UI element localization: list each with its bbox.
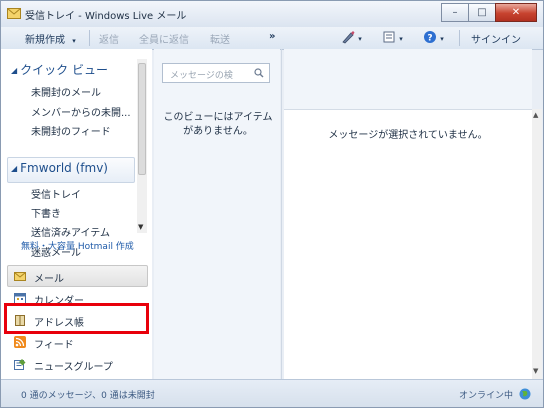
search-placeholder: メッセージの検 [170, 71, 233, 81]
sign-in-button[interactable]: サインイン [471, 31, 521, 46]
address-book-highlight-box [4, 303, 149, 334]
folder-item-drafts[interactable]: 下書き [31, 205, 61, 220]
status-bar: 0 通のメッセージ、0 通は未開封 オンライン中 [1, 379, 543, 407]
title-bar: 受信トレイ - Windows Live メール – □ ✕ [1, 1, 543, 27]
scroll-down-arrow-icon[interactable]: ▼ [533, 367, 538, 375]
reading-pane-header [284, 49, 532, 109]
nav-item-label: ニュースグループ [34, 362, 113, 373]
minimize-button[interactable]: – [441, 3, 469, 22]
rss-feed-icon [14, 336, 26, 348]
scroll-up-arrow-icon[interactable]: ▲ [533, 111, 538, 119]
message-count-status: 0 通のメッセージ、0 通は未開封 [21, 391, 155, 401]
hotmail-signup-link[interactable]: 無料・大容量 Hotmail 作成 [21, 239, 134, 252]
toolbar-separator [89, 30, 90, 46]
nav-item-label: フィード [34, 340, 74, 351]
no-message-selected-text: メッセージが選択されていません。 [328, 130, 488, 141]
search-input[interactable]: メッセージの検 [162, 63, 270, 83]
account-title: Fmworld (fmv) [20, 161, 108, 175]
empty-view-message: このビューにはアイテム がありません。 [160, 111, 276, 139]
new-dropdown-arrow-icon: ▾ [72, 37, 76, 45]
empty-view-line-2: がありません。 [183, 126, 253, 137]
toolbar: 新規作成 ▾ 返信 全員に返信 転送 » ▾ ▾ ? ▾ サインイン [1, 27, 543, 50]
reading-pane-scrollbar[interactable] [532, 109, 542, 379]
app-window: 受信トレイ - Windows Live メール – □ ✕ 新規作成 ▾ 返信… [0, 0, 544, 408]
globe-icon [519, 388, 531, 400]
help-icon: ? [424, 31, 436, 44]
reply-button[interactable]: 返信 [99, 31, 119, 46]
quick-views-title: クイック ビュー [20, 63, 108, 77]
folder-item-unread-from-contacts[interactable]: メンバーからの未開... [31, 104, 131, 119]
pen-dropdown-arrow-icon: ▾ [358, 35, 362, 43]
help-menu-button[interactable]: ? ▾ [423, 30, 444, 47]
folder-list: ◢ クイック ビュー 未開封のメール メンバーからの未開... 未開封のフィード … [1, 59, 135, 291]
account-header[interactable]: ◢ Fmworld (fmv) [11, 161, 108, 175]
folder-item-inbox[interactable]: 受信トレイ [31, 186, 81, 201]
nav-item-label: メール [34, 274, 64, 285]
nav-item-mail[interactable]: メール [7, 265, 148, 287]
pen-icon [342, 31, 355, 44]
message-list-pane: メッセージの検 このビューにはアイテム がありません。 [154, 49, 280, 379]
scroll-down-arrow-icon[interactable]: ▼ [138, 223, 143, 231]
folder-item-sent[interactable]: 送信済みアイテム [31, 224, 110, 239]
quick-views-header[interactable]: ◢ クイック ビュー [11, 61, 108, 78]
svg-text:?: ? [427, 34, 432, 44]
reading-pane: メッセージが選択されていません。 [284, 109, 532, 380]
newsgroup-icon [14, 359, 26, 370]
folder-item-unread-mail[interactable]: 未開封のメール [31, 84, 101, 99]
nav-item-feeds[interactable]: フィード [7, 331, 148, 353]
maximize-button[interactable]: □ [468, 3, 496, 22]
new-button-label: 新規作成 [25, 35, 65, 46]
view-options-icon [383, 31, 395, 43]
empty-view-line-1: このビューにはアイテム [163, 112, 273, 123]
folder-item-unread-feeds[interactable]: 未開封のフィード [31, 123, 111, 138]
view-dropdown-arrow-icon: ▾ [399, 35, 403, 43]
help-dropdown-arrow-icon: ▾ [440, 35, 444, 43]
reply-all-button[interactable]: 全員に返信 [139, 31, 189, 46]
folder-scrollbar-thumb[interactable] [138, 63, 146, 175]
pen-menu-button[interactable]: ▾ [341, 30, 362, 47]
close-button[interactable]: ✕ [495, 3, 537, 22]
search-icon[interactable] [254, 68, 264, 78]
toolbar-separator [459, 30, 460, 46]
pane-splitter[interactable] [281, 49, 282, 379]
forward-button[interactable]: 転送 [210, 31, 230, 46]
nav-item-newsgroups[interactable]: ニュースグループ [7, 353, 148, 375]
collapse-arrow-icon: ◢ [11, 164, 18, 173]
window-title: 受信トレイ - Windows Live メール [25, 11, 187, 22]
view-menu-button[interactable]: ▾ [382, 30, 403, 47]
new-button[interactable]: 新規作成 ▾ [25, 31, 76, 46]
more-commands-button[interactable]: » [269, 31, 275, 42]
folder-scrollbar[interactable] [137, 59, 147, 233]
online-status[interactable]: オンライン中 [459, 388, 513, 401]
mail-icon [14, 272, 26, 281]
collapse-arrow-icon: ◢ [11, 66, 18, 75]
inbox-app-icon [7, 8, 21, 19]
